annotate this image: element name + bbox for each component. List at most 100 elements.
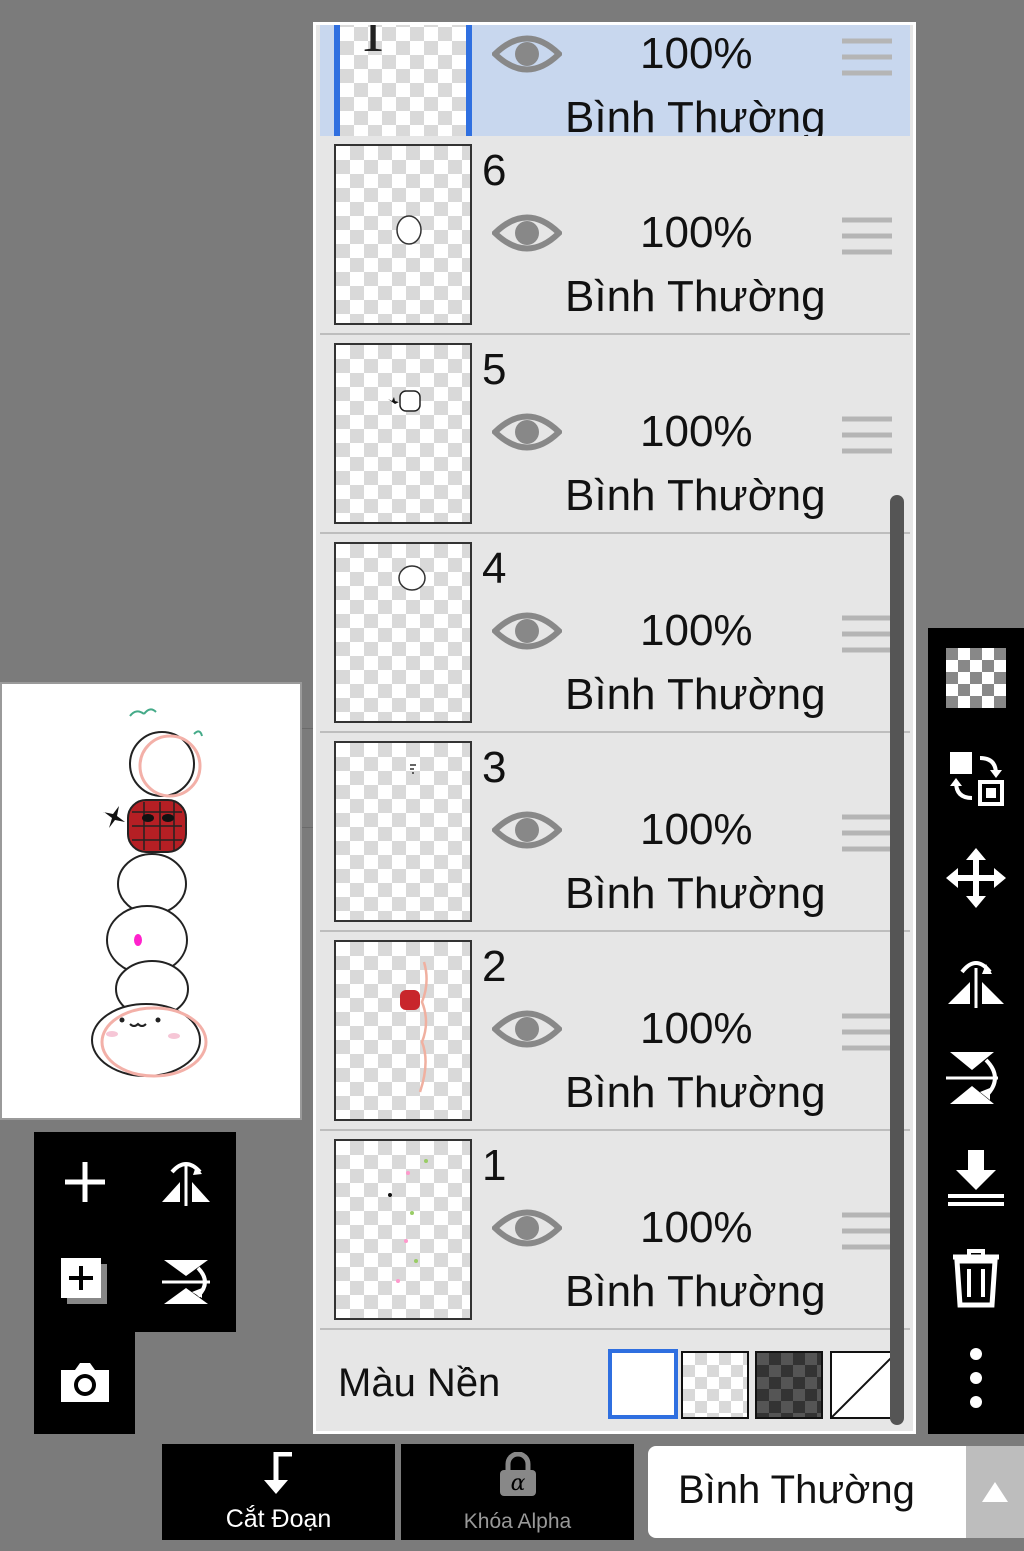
plus-icon — [64, 1162, 105, 1202]
camera-icon — [60, 1363, 109, 1402]
visibility-eye-icon[interactable] — [492, 1004, 562, 1054]
slash-icon — [832, 1353, 896, 1417]
background-color-row: Màu Nền — [320, 1331, 910, 1431]
background-light-checker-swatch[interactable] — [681, 1351, 749, 1419]
layer-thumbnail — [334, 542, 472, 723]
blend-mode-value: Bình Thường — [678, 1468, 915, 1512]
drag-handle-icon[interactable] — [842, 813, 892, 853]
flip-layer-vertical-button[interactable] — [928, 1028, 1024, 1128]
flip-vertical-icon — [946, 1052, 998, 1104]
layer-opacity: 100% — [640, 1203, 753, 1252]
visibility-eye-icon[interactable] — [492, 208, 562, 258]
visibility-eye-icon[interactable] — [492, 606, 562, 656]
transparency-button[interactable] — [928, 628, 1024, 728]
layer-row-5[interactable]: 5 100% Bình Thường — [320, 335, 910, 534]
merge-down-icon — [948, 1150, 1004, 1206]
canvas-preview[interactable] — [0, 682, 302, 1120]
drag-handle-icon[interactable] — [842, 37, 892, 77]
layer-thumbnail: T — [334, 22, 472, 146]
layer-blend-mode: Bình Thường — [565, 869, 826, 918]
layer-thumbnail — [334, 343, 472, 524]
right-layer-toolbar — [928, 628, 1024, 1434]
layer-thumbnail — [334, 741, 472, 922]
visibility-eye-icon[interactable] — [492, 1203, 562, 1253]
canvas-artwork — [91, 708, 208, 1078]
layer-opacity: 100% — [640, 805, 753, 854]
layer-thumbnail-art — [396, 215, 422, 245]
clipping-button[interactable]: Cắt Đoạn — [162, 1444, 395, 1540]
layer-opacity: 100% — [640, 407, 753, 456]
drag-handle-icon[interactable] — [842, 614, 892, 654]
left-toolbar-camera-area — [34, 1332, 135, 1434]
duplicate-layer-button[interactable] — [34, 1232, 135, 1332]
drag-handle-icon[interactable] — [842, 1012, 892, 1052]
triangle-up-icon — [982, 1482, 1008, 1502]
blend-mode-dropdown-button[interactable] — [966, 1446, 1024, 1538]
visibility-eye-icon[interactable] — [492, 407, 562, 457]
alpha-lock-button[interactable]: α Khóa Alpha — [401, 1444, 634, 1540]
svg-text:α: α — [511, 1471, 526, 1496]
layer-name: 6 — [482, 146, 507, 195]
visibility-eye-icon[interactable] — [492, 29, 562, 79]
layer-row-1[interactable]: 1 100% Bình Thường — [320, 1131, 910, 1330]
drag-handle-icon[interactable] — [842, 415, 892, 455]
drag-handle-icon[interactable] — [842, 216, 892, 256]
flip-vertical-button[interactable] — [135, 1232, 236, 1332]
layer-scrollbar[interactable] — [890, 495, 904, 1425]
layer-thumbnail-art — [398, 565, 426, 591]
layer-opacity: 100% — [640, 1004, 753, 1053]
background-dark-checker-swatch[interactable] — [755, 1351, 823, 1419]
text-layer-glyph: T — [356, 22, 391, 64]
layer-row-3[interactable]: 3 100% Bình Thường — [320, 733, 910, 932]
layer-blend-mode: Bình Thường — [565, 272, 826, 321]
layer-opacity: 100% — [640, 606, 753, 655]
layer-name: 1 — [482, 1141, 507, 1190]
move-icon — [946, 848, 1006, 908]
layer-thumbnail — [334, 940, 472, 1121]
layer-name: 4 — [482, 544, 507, 593]
import-photo-button[interactable] — [34, 1332, 135, 1432]
blend-mode-select[interactable]: Bình Thường — [648, 1446, 966, 1538]
more-icon — [970, 1348, 982, 1408]
transparency-checker-icon — [946, 648, 1006, 708]
flip-horizontal-icon — [948, 961, 1004, 1008]
drag-handle-icon[interactable] — [842, 1211, 892, 1251]
trash-icon — [953, 1249, 999, 1308]
layer-opacity: 100% — [640, 208, 753, 257]
clipping-arrow-icon — [264, 1452, 292, 1494]
layer-thumbnail-art — [388, 1159, 428, 1283]
layer-thumbnail-art — [410, 764, 416, 774]
left-layer-toolbar — [34, 1132, 236, 1332]
layer-thumbnail — [334, 1139, 472, 1320]
flip-layer-horizontal-button[interactable] — [928, 928, 1024, 1028]
visibility-eye-icon[interactable] — [492, 805, 562, 855]
clipping-label: Cắt Đoạn — [225, 1505, 332, 1533]
swap-layers-button[interactable] — [928, 728, 1024, 828]
more-options-button[interactable] — [928, 1328, 1024, 1428]
background-white-swatch[interactable] — [608, 1349, 678, 1419]
layer-panel: T 100% Bình Thường 6 100% Bình Thường 5 … — [313, 22, 916, 1434]
layer-blend-mode: Bình Thường — [565, 1267, 826, 1316]
add-layer-button[interactable] — [34, 1132, 135, 1232]
merge-down-button[interactable] — [928, 1128, 1024, 1228]
layer-name: 2 — [482, 942, 507, 991]
alpha-lock-label: Khóa Alpha — [463, 1510, 572, 1533]
layer-blend-mode: Bình Thường — [565, 670, 826, 719]
lock-icon: α — [500, 1452, 536, 1496]
add-layer-icon — [60, 1258, 107, 1304]
flip-horizontal-button[interactable] — [135, 1132, 236, 1232]
layer-thumbnail — [334, 144, 472, 325]
layer-blend-mode: Bình Thường — [565, 1068, 826, 1117]
background-color-label: Màu Nền — [338, 1361, 501, 1405]
delete-layer-button[interactable] — [928, 1228, 1024, 1328]
bottom-bar: Cắt Đoạn α Khóa Alpha Bình Thường — [0, 1434, 1024, 1551]
layer-thumbnail-art — [388, 390, 421, 412]
layer-opacity: 100% — [640, 29, 753, 78]
layer-name: 5 — [482, 345, 507, 394]
flip-vertical-icon — [161, 1260, 210, 1304]
layer-row-6[interactable]: 6 100% Bình Thường — [320, 136, 910, 335]
layer-row-2[interactable]: 2 100% Bình Thường — [320, 932, 910, 1131]
move-button[interactable] — [928, 828, 1024, 928]
background-none-swatch[interactable] — [830, 1351, 898, 1419]
layer-row-4[interactable]: 4 100% Bình Thường — [320, 534, 910, 733]
